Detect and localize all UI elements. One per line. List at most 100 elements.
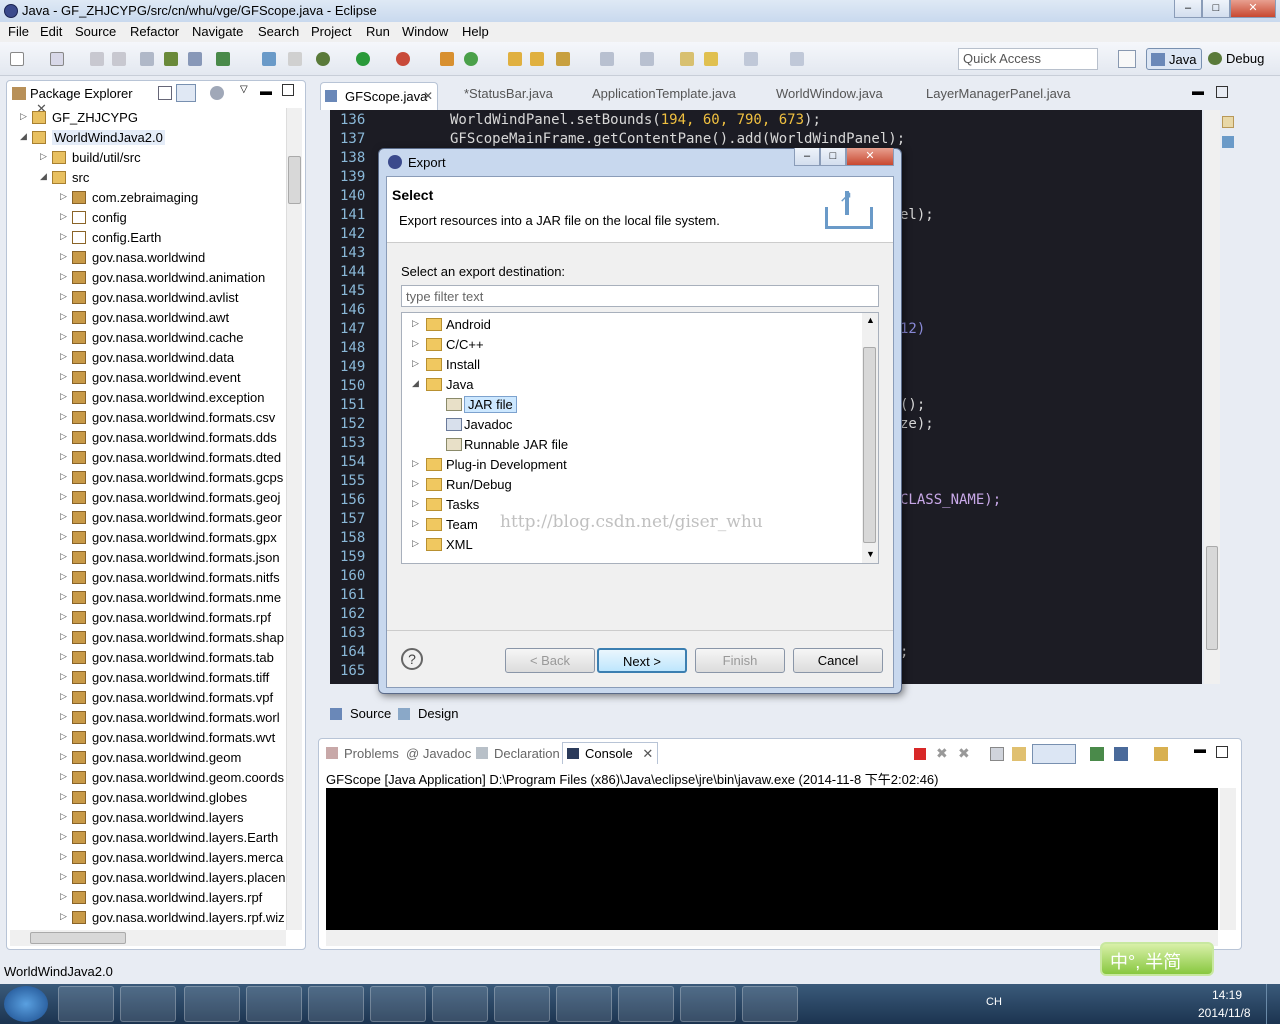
clock-time[interactable]: 14:19 — [1212, 988, 1242, 1002]
package-explorer-tab[interactable]: Package Explorer ✕ — [8, 82, 148, 116]
console-output-area[interactable] — [326, 788, 1218, 930]
menu-window[interactable]: Window — [402, 24, 448, 39]
wizard-tree-item[interactable]: ▷ XML — [402, 535, 862, 555]
expand-arrow-icon[interactable]: ▷ — [60, 731, 67, 742]
expand-arrow-icon[interactable]: ▷ — [412, 538, 419, 549]
expand-arrow-icon[interactable]: ▷ — [60, 531, 67, 542]
open-console-icon[interactable] — [1154, 747, 1168, 761]
package-tree-item[interactable]: ▷ gov.nasa.worldwind.formats.json — [6, 548, 286, 568]
expand-arrow-icon[interactable]: ▷ — [60, 671, 67, 682]
tab-layermanagerpanel[interactable]: LayerManagerPanel.java — [908, 86, 1071, 101]
wizard-tree-item[interactable]: ▷ Install — [402, 355, 862, 375]
close-tab-icon[interactable]: ✕ — [423, 89, 433, 103]
package-tree-item[interactable]: ▷ gov.nasa.worldwind.layers.Earth — [6, 828, 286, 848]
finish-button[interactable]: Finish — [695, 648, 785, 673]
debug-perspective-button[interactable]: Debug — [1204, 48, 1274, 70]
expand-arrow-icon[interactable]: ▷ — [60, 691, 67, 702]
expand-arrow-icon[interactable]: ▷ — [60, 411, 67, 422]
new-icon[interactable] — [10, 52, 24, 66]
close-window-button[interactable]: ✕ — [1230, 0, 1276, 18]
package-tree-item[interactable]: ▷ config.Earth — [6, 228, 286, 248]
debug-icon[interactable] — [316, 52, 330, 66]
run-icon[interactable] — [356, 52, 370, 66]
focus-task-icon[interactable] — [210, 86, 224, 100]
filter-input[interactable]: type filter text — [401, 285, 879, 307]
package-tree-vscrollbar[interactable] — [286, 108, 302, 930]
menu-navigate[interactable]: Navigate — [192, 24, 243, 39]
settings-taskbar-icon[interactable] — [432, 986, 488, 1022]
wizard-tree-item[interactable]: ◢ Java — [402, 375, 862, 395]
package-tree-item[interactable]: ▷ gov.nasa.worldwind.formats.vpf — [6, 688, 286, 708]
editor-scroll-thumb[interactable] — [1206, 546, 1218, 650]
expand-arrow-icon[interactable]: ▷ — [60, 371, 67, 382]
maximize-editor-icon[interactable] — [1216, 86, 1228, 98]
minimize-button[interactable]: – — [1174, 0, 1202, 18]
collapse-all-icon[interactable] — [158, 86, 172, 100]
media-player-taskbar-icon[interactable] — [120, 986, 176, 1022]
tab-applicationtemplate[interactable]: ApplicationTemplate.java — [574, 86, 736, 101]
expand-arrow-icon[interactable]: ▷ — [60, 791, 67, 802]
package-tree-item[interactable]: ▷ gov.nasa.worldwind.formats.tab — [6, 648, 286, 668]
menu-edit[interactable]: Edit — [40, 24, 62, 39]
expand-arrow-icon[interactable]: ▷ — [60, 811, 67, 822]
firefox-taskbar-icon[interactable] — [308, 986, 364, 1022]
design-tab[interactable]: Design — [418, 706, 458, 721]
external-tools-icon[interactable] — [396, 52, 410, 66]
expand-arrow-icon[interactable]: ▷ — [60, 491, 67, 502]
package-tree-item[interactable]: ▷ config — [6, 208, 286, 228]
remove-all-launches-icon[interactable]: ✖ — [958, 745, 970, 762]
expand-arrow-icon[interactable]: ▷ — [60, 591, 67, 602]
cancel-button[interactable]: Cancel — [793, 648, 883, 673]
ie-taskbar-icon[interactable] — [184, 986, 240, 1022]
open-folder-icon[interactable] — [530, 52, 544, 66]
export-icon[interactable] — [188, 52, 202, 66]
package-tree-item[interactable]: ▷ gov.nasa.worldwind.formats.shap — [6, 628, 286, 648]
expand-arrow-icon[interactable]: ▷ — [60, 451, 67, 462]
word-taskbar-icon[interactable] — [494, 986, 550, 1022]
expand-arrow-icon[interactable]: ▷ — [40, 151, 47, 162]
console-vscrollbar[interactable] — [1220, 788, 1236, 930]
package-tree-item[interactable]: ▷ gov.nasa.worldwind.formats.gcps — [6, 468, 286, 488]
maximize-console-icon[interactable] — [1216, 746, 1228, 758]
minimize-view-icon[interactable]: ▬ — [260, 84, 272, 98]
package-tree-item[interactable]: ▷ gov.nasa.worldwind.layers.rpf.wiz — [6, 908, 286, 928]
package-tree-item[interactable]: ▷ gov.nasa.worldwind.formats.geoj — [6, 488, 286, 508]
chrome-taskbar-icon[interactable] — [370, 986, 426, 1022]
save-icon[interactable] — [90, 52, 104, 66]
expand-arrow-icon[interactable]: ▷ — [412, 358, 419, 369]
java-perspective-button[interactable]: Java — [1146, 48, 1202, 70]
wizard-tree-item[interactable]: ▷ Run/Debug — [402, 475, 862, 495]
clock-date[interactable]: 2014/11/8 — [1198, 1006, 1251, 1020]
package-tree-item[interactable]: ▷ gov.nasa.worldwind.geom.coords — [6, 768, 286, 788]
package-tree-item[interactable]: ◢ WorldWindJava2.0 — [6, 128, 286, 148]
wizard-tree-item[interactable]: Javadoc — [402, 415, 862, 435]
expand-arrow-icon[interactable]: ▷ — [412, 478, 419, 489]
tab-statusbar[interactable]: *StatusBar.java — [446, 86, 553, 101]
package-tree-item[interactable]: ▷ gov.nasa.worldwind — [6, 248, 286, 268]
expand-arrow-icon[interactable]: ▷ — [60, 311, 67, 322]
console-tab[interactable]: Console ✕ — [562, 742, 658, 764]
menu-search[interactable]: Search — [258, 24, 299, 39]
clear-console-icon[interactable] — [990, 747, 1004, 761]
expand-arrow-icon[interactable]: ▷ — [412, 338, 419, 349]
open-type-icon[interactable] — [508, 52, 522, 66]
package-tree-item[interactable]: ▷ gov.nasa.worldwind.formats.gpx — [6, 528, 286, 548]
package-tree-item[interactable]: ▷ gov.nasa.worldwind.avlist — [6, 288, 286, 308]
show-console-toggles[interactable] — [1032, 744, 1076, 764]
expand-arrow-icon[interactable]: ▷ — [60, 331, 67, 342]
input-language[interactable]: CH — [986, 996, 1002, 1008]
app-taskbar-icon[interactable] — [680, 986, 736, 1022]
back-icon[interactable] — [704, 52, 718, 66]
expand-arrow-icon[interactable]: ▷ — [60, 211, 67, 222]
package-tree-item[interactable]: ▷ gov.nasa.worldwind.awt — [6, 308, 286, 328]
expand-arrow-icon[interactable]: ▷ — [60, 891, 67, 902]
package-tree-item[interactable]: ▷ gov.nasa.worldwind.globes — [6, 788, 286, 808]
source-tab[interactable]: Source — [350, 706, 391, 721]
expand-arrow-icon[interactable]: ▷ — [412, 458, 419, 469]
package-tree-item[interactable]: ▷ gov.nasa.worldwind.layers.rpf — [6, 888, 286, 908]
remove-launch-icon[interactable]: ✖ — [936, 745, 948, 762]
wizard-tree-item[interactable]: ▷ Android — [402, 315, 862, 335]
quick-access-input[interactable]: Quick Access — [958, 48, 1098, 70]
last-edit-icon[interactable] — [680, 52, 694, 66]
open-perspective-icon[interactable] — [1118, 50, 1136, 68]
